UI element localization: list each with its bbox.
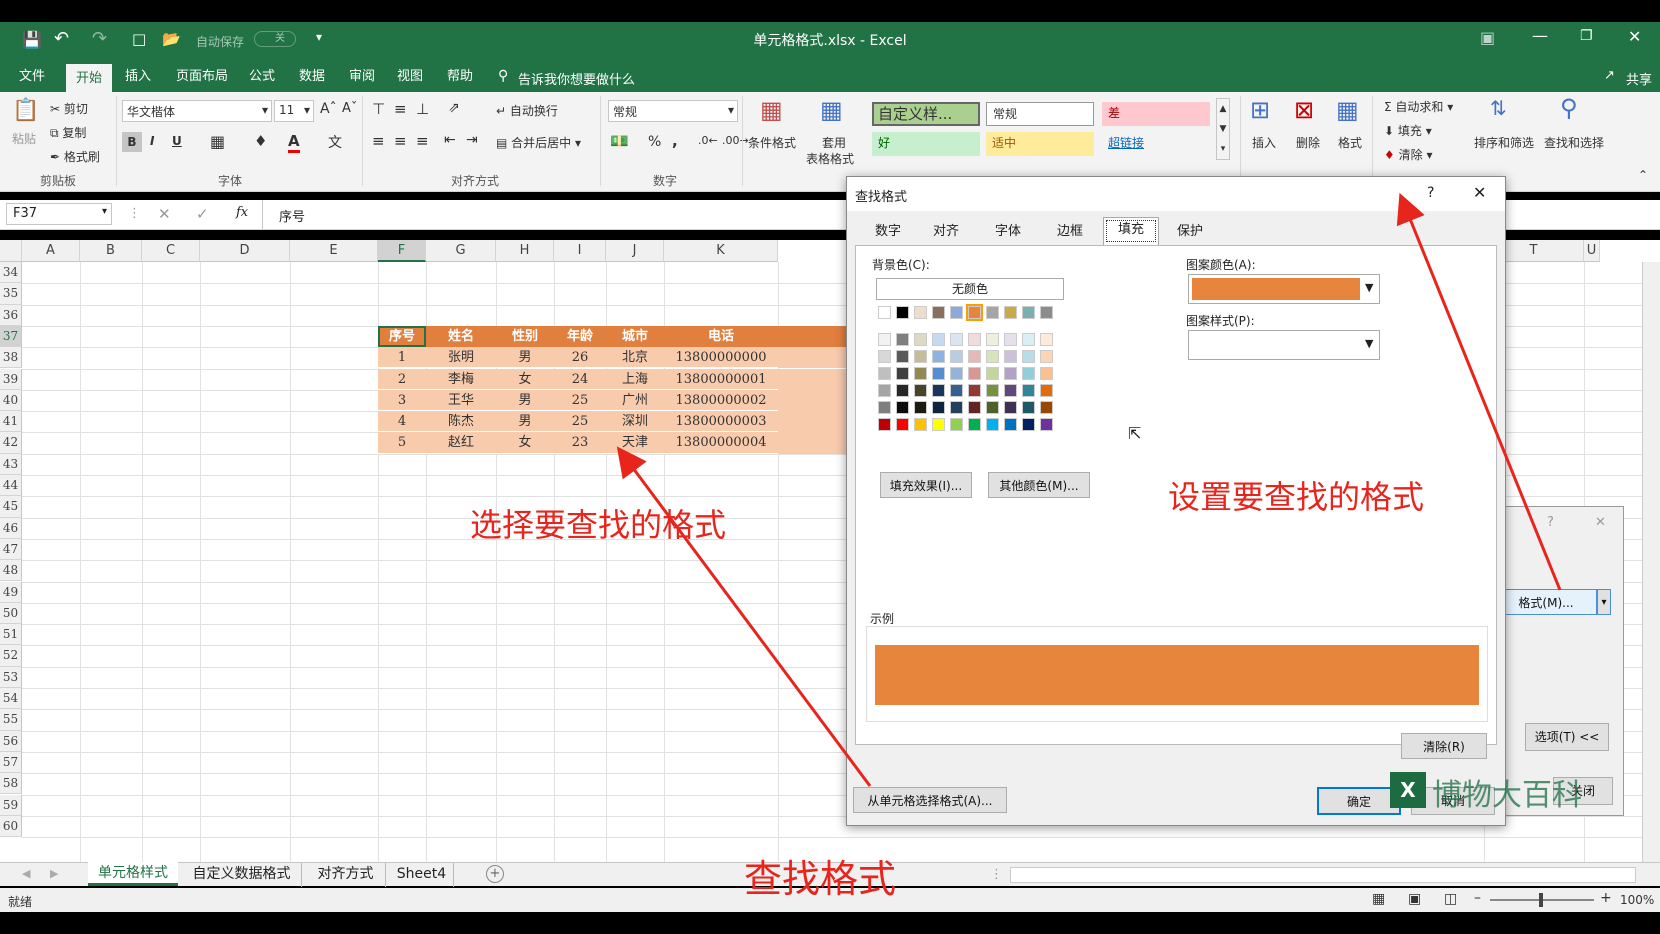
excel-logo-icon: X <box>1390 772 1426 808</box>
arrow-to-cell <box>616 446 872 787</box>
watermark: 博物大百科 <box>1432 778 1582 813</box>
arrow-to-dialog <box>1396 192 1562 591</box>
